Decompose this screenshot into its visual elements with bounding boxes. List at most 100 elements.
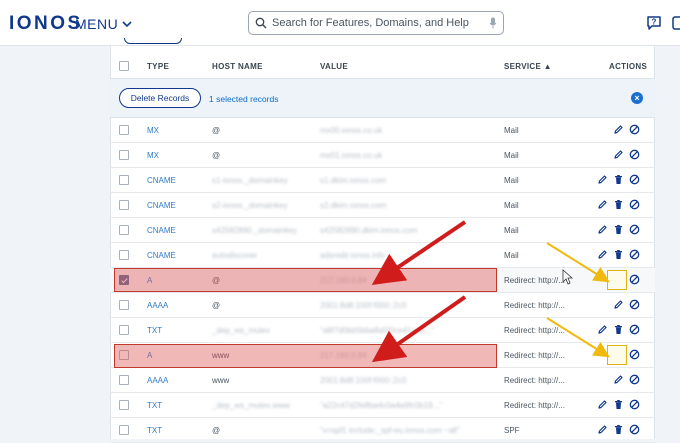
row-checkbox[interactable] — [119, 400, 129, 410]
disable-record-icon[interactable] — [629, 374, 640, 385]
record-service: Redirect: http://... — [504, 326, 565, 335]
edit-pencil-icon[interactable] — [613, 374, 624, 385]
col-actions: ACTIONS — [609, 62, 648, 71]
row-checkbox[interactable] — [119, 325, 129, 335]
table-row[interactable]: TXT _dep_ws_mutex.www "a22c47d2fe8ba4c0a4a… — [110, 393, 655, 418]
disable-record-icon[interactable] — [629, 299, 640, 310]
edit-pencil-icon[interactable] — [613, 299, 624, 310]
record-type[interactable]: CNAME — [147, 176, 176, 185]
edit-pencil-icon[interactable] — [613, 149, 624, 160]
edit-pencil-icon[interactable] — [613, 124, 624, 135]
ionos-logo[interactable]: IONOS — [9, 13, 83, 35]
delete-trash-icon[interactable] — [613, 424, 624, 435]
record-type[interactable]: MX — [147, 151, 159, 160]
record-type[interactable]: CNAME — [147, 201, 176, 210]
edit-pencil-icon[interactable] — [597, 249, 608, 260]
record-value: adsredir.ionos.info — [320, 251, 385, 260]
row-checkbox[interactable] — [119, 125, 129, 135]
table-row[interactable]: CNAME autodiscover adsredir.ionos.info Mail — [110, 243, 655, 268]
record-value: "a22c47d2fe8ba4c0a4a9fc0b19..." — [320, 401, 443, 410]
disable-record-icon[interactable] — [629, 174, 640, 185]
row-checkbox[interactable] — [119, 300, 129, 310]
delete-records-button[interactable]: Delete Records — [119, 88, 201, 108]
delete-trash-icon[interactable] — [613, 249, 624, 260]
disable-record-icon[interactable] — [629, 249, 640, 260]
help-chat-icon[interactable]: ? — [646, 15, 662, 31]
row-checkbox[interactable] — [119, 175, 129, 185]
record-type[interactable]: AAAA — [147, 301, 168, 310]
col-service[interactable]: SERVICE ▲ — [504, 62, 552, 71]
record-type[interactable]: TXT — [147, 426, 162, 435]
table-row[interactable]: AAAA @2001:8d8:100f:f000::2c0 Redirect: ht… — [110, 293, 655, 318]
disable-record-icon[interactable] — [629, 224, 640, 235]
record-value: s2.dkim.ionos.com — [320, 201, 387, 210]
table-row[interactable]: MX @ mx01.ionos.co.uk Mail — [110, 143, 655, 168]
record-value: "a8f7d0bb5bba8a5f0ce41aa3..." — [320, 326, 435, 335]
record-service: Redirect: http://... — [504, 276, 565, 285]
record-host-name: s1-ionos._domainkey — [212, 176, 288, 185]
svg-text:?: ? — [652, 18, 657, 27]
record-service: Redirect: http://... — [504, 376, 565, 385]
edit-pencil-icon[interactable] — [597, 224, 608, 235]
record-host-name: _dep_ws_mutex — [212, 326, 271, 335]
col-type[interactable]: TYPE — [147, 62, 169, 71]
select-all-checkbox[interactable] — [119, 61, 129, 71]
delete-trash-icon[interactable] — [613, 399, 624, 410]
delete-trash-icon[interactable] — [613, 174, 624, 185]
record-type[interactable]: TXT — [147, 401, 162, 410]
table-row[interactable]: CNAME s42582890._domainkey s42582890.dkim.… — [110, 218, 655, 243]
record-host-name: s2-ionos._domainkey — [212, 201, 288, 210]
edit-pencil-icon[interactable] — [597, 399, 608, 410]
record-type[interactable]: CNAME — [147, 226, 176, 235]
delete-trash-icon[interactable] — [613, 199, 624, 210]
delete-trash-icon[interactable] — [613, 224, 624, 235]
chevron-down-icon — [122, 21, 132, 28]
row-checkbox[interactable] — [119, 375, 129, 385]
record-host-name: s42582890._domainkey — [212, 226, 297, 235]
record-host-name: @ — [212, 426, 221, 435]
disable-record-icon[interactable] — [629, 124, 640, 135]
table-row[interactable]: CNAME s1-ionos._domainkey s1.dkim.ionos.co… — [110, 168, 655, 193]
record-host-name: @ — [212, 151, 221, 160]
disable-record-icon[interactable] — [629, 199, 640, 210]
disable-record-icon[interactable] — [629, 424, 640, 435]
record-value: 2001:8d8:100f:f000::2c0 — [320, 376, 407, 385]
record-type[interactable]: TXT — [147, 326, 162, 335]
table-row[interactable]: MX @ mx00.ionos.co.uk Mail — [110, 118, 655, 143]
menu-button[interactable]: MENU — [75, 16, 133, 32]
row-checkbox[interactable] — [119, 425, 129, 435]
account-icon[interactable] — [672, 15, 680, 31]
table-row[interactable]: TXT _dep_ws_mutex "a8f7d0bb5bba8a5f0ce41aa… — [110, 318, 655, 343]
record-service: Mail — [504, 201, 519, 210]
edit-pencil-icon[interactable] — [597, 174, 608, 185]
table-row[interactable]: TXT @ "v=spf1 include:_spf-eu.ionos.com ~a… — [110, 418, 655, 443]
row-checkbox[interactable] — [119, 200, 129, 210]
row-checkbox[interactable] — [119, 250, 129, 260]
record-host-name: www — [212, 376, 230, 385]
disable-record-icon[interactable] — [629, 149, 640, 160]
search-input[interactable]: Search for Features, Domains, and Help — [272, 17, 489, 29]
record-value: s1.dkim.ionos.com — [320, 176, 387, 185]
col-host-name[interactable]: HOST NAME — [212, 62, 263, 71]
record-service: Mail — [504, 126, 519, 135]
disable-record-icon[interactable] — [629, 324, 640, 335]
table-row[interactable]: AAAA www 2001:8d8:100f:f000::2c0 Redirect: … — [110, 368, 655, 393]
disable-record-icon[interactable] — [629, 274, 640, 285]
record-type[interactable]: CNAME — [147, 251, 176, 260]
disable-record-icon[interactable] — [629, 399, 640, 410]
edit-pencil-icon[interactable] — [597, 199, 608, 210]
row-checkbox[interactable] — [119, 225, 129, 235]
record-type[interactable]: AAAA — [147, 376, 168, 385]
mic-icon[interactable] — [489, 17, 497, 29]
clear-selection-icon[interactable]: × — [631, 92, 643, 104]
edit-pencil-icon[interactable] — [597, 424, 608, 435]
record-type[interactable]: MX — [147, 126, 159, 135]
search-bar[interactable]: Search for Features, Domains, and Help — [248, 11, 504, 35]
edit-pencil-icon[interactable] — [597, 324, 608, 335]
row-checkbox[interactable] — [119, 150, 129, 160]
record-value: mx00.ionos.co.uk — [320, 126, 383, 135]
delete-trash-icon[interactable] — [613, 324, 624, 335]
disable-record-icon[interactable] — [629, 349, 640, 360]
col-value[interactable]: VALUE — [320, 62, 348, 71]
table-row[interactable]: CNAME s2-ionos._domainkey s2.dkim.ionos.co… — [110, 193, 655, 218]
